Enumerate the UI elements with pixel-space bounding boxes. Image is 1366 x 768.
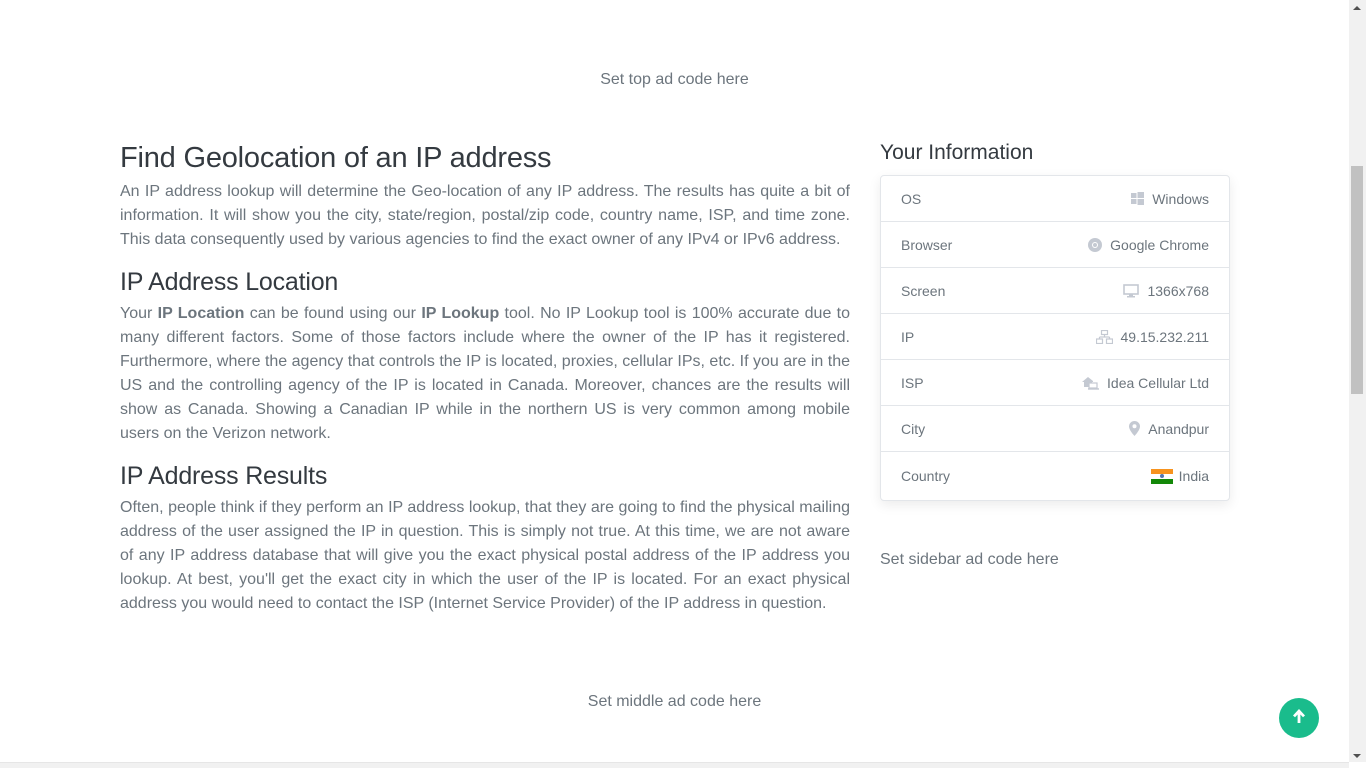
info-value: India: [1150, 468, 1209, 484]
location-paragraph: Your IP Location can be found using our …: [120, 302, 850, 446]
info-row-city: City Anandpur: [881, 406, 1229, 452]
info-row-browser: Browser Google Chrome: [881, 222, 1229, 268]
scrollbar-thumb[interactable]: [1351, 166, 1363, 394]
info-label: IP: [901, 328, 915, 345]
windows-icon: [1130, 192, 1144, 206]
house-laptop-icon: [1082, 376, 1100, 390]
os-value: Windows: [1152, 190, 1209, 207]
info-label: Browser: [901, 236, 953, 253]
vertical-scrollbar[interactable]: [1349, 0, 1366, 762]
info-label: City: [901, 420, 926, 437]
info-label: Screen: [901, 282, 946, 299]
info-value: Google Chrome: [1088, 237, 1209, 253]
map-pin-icon: [1129, 421, 1141, 436]
ip-location-bold: IP Location: [157, 305, 245, 322]
sidebar: Your Information OS Windows Browser Goog…: [880, 140, 1230, 501]
desktop-icon: [1123, 283, 1140, 298]
scroll-up-arrow-icon[interactable]: [1353, 6, 1361, 10]
page-title: Find Geolocation of an IP address: [120, 142, 552, 174]
scroll-down-arrow-icon[interactable]: [1353, 754, 1361, 758]
browser-value: Google Chrome: [1110, 236, 1209, 253]
middle-ad-placeholder: Set middle ad code here: [587, 693, 762, 710]
ip-value: 49.15.232.211: [1120, 328, 1210, 345]
results-paragraph: Often, people think if they perform an I…: [120, 499, 850, 612]
page: Set top ad code here Find Geolocation of…: [0, 0, 1349, 762]
back-to-top-button[interactable]: [1279, 698, 1319, 738]
top-ad-placeholder: Set top ad code here: [600, 71, 749, 88]
intro-paragraph: An IP address lookup will determine the …: [120, 183, 850, 248]
horizontal-scrollbar[interactable]: [0, 762, 1349, 768]
sidebar-title: Your Information: [880, 141, 1034, 164]
india-flag-icon: [1150, 468, 1173, 484]
info-row-os: OS Windows: [881, 176, 1229, 222]
info-value: Anandpur: [1129, 421, 1209, 437]
info-label: Country: [901, 468, 951, 484]
city-value: Anandpur: [1148, 420, 1209, 437]
arrow-up-icon: [1292, 708, 1306, 729]
chrome-icon: [1088, 237, 1103, 252]
info-label: OS: [901, 190, 922, 207]
location-text-2: can be found using our: [244, 305, 422, 322]
sidebar-ad-placeholder: Set sidebar ad code here: [880, 551, 1059, 568]
screen-value: 1366x768: [1147, 282, 1209, 299]
location-text-3: tool. No IP Lookup tool is 100% accurate…: [120, 305, 850, 442]
info-row-country: Country India: [881, 452, 1229, 500]
main-content: Find Geolocation of an IP address An IP …: [120, 140, 850, 616]
info-value: Windows: [1130, 191, 1209, 207]
isp-value: Idea Cellular Ltd: [1107, 374, 1209, 391]
location-heading: IP Address Location: [120, 268, 339, 296]
info-card: OS Windows Browser Google Chrome Screen …: [880, 175, 1230, 501]
country-value: India: [1178, 468, 1209, 484]
info-row-isp: ISP Idea Cellular Ltd: [881, 360, 1229, 406]
info-value: Idea Cellular Ltd: [1082, 375, 1209, 391]
info-row-ip: IP 49.15.232.211: [881, 314, 1229, 360]
info-label: ISP: [901, 374, 924, 391]
info-value: 1366x768: [1123, 283, 1209, 299]
location-text-1: Your: [120, 305, 158, 322]
info-value: 49.15.232.211: [1095, 328, 1210, 345]
network-icon: [1095, 329, 1113, 344]
info-row-screen: Screen 1366x768: [881, 268, 1229, 314]
results-heading: IP Address Results: [120, 462, 328, 490]
ip-lookup-bold: IP Lookup: [421, 305, 500, 322]
